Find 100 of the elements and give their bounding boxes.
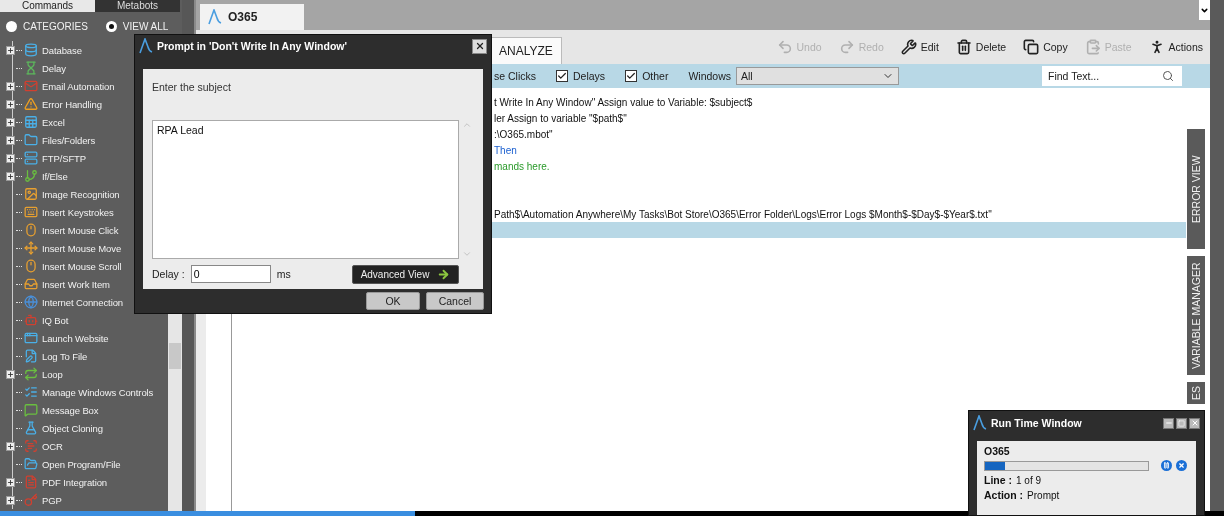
document-edit-icon xyxy=(24,349,38,363)
command-item[interactable]: OCR xyxy=(42,440,63,452)
code-line: ler Assign to variable "$path$" xyxy=(494,112,627,124)
image-icon xyxy=(24,187,38,201)
maximize-button[interactable] xyxy=(1176,417,1187,429)
command-item[interactable]: PDF Integration xyxy=(42,476,108,488)
command-item[interactable]: Open Program/File xyxy=(42,458,121,470)
dialog-button[interactable]: Cancel xyxy=(426,292,484,310)
expand-icon[interactable] xyxy=(6,441,15,451)
expand-icon[interactable] xyxy=(6,99,15,109)
command-item[interactable]: Database xyxy=(42,44,82,56)
find-field[interactable]: Find Text... xyxy=(1042,66,1182,86)
advanced-view-button[interactable]: Advanced View xyxy=(352,264,459,284)
expand-icon[interactable] xyxy=(6,495,15,505)
prompt-label: Enter the subject xyxy=(152,81,232,93)
radio-button[interactable] xyxy=(105,20,117,32)
command-item[interactable]: Loop xyxy=(42,368,63,380)
radio-label: VIEW ALL xyxy=(122,20,169,32)
close-button[interactable] xyxy=(1189,417,1200,429)
key-icon xyxy=(24,493,38,507)
command-item[interactable]: Object Cloning xyxy=(42,422,103,434)
code-line: mands here. xyxy=(494,160,550,172)
code-line: Then xyxy=(494,144,517,156)
command-item[interactable]: Log To File xyxy=(42,350,88,362)
command-item[interactable]: If/Else xyxy=(42,170,68,182)
windows-select[interactable]: All xyxy=(736,67,899,85)
command-item[interactable]: Email Automation xyxy=(42,80,115,92)
side-panel-tab[interactable]: VARIABLE MANAGER xyxy=(1187,256,1205,375)
redo-icon xyxy=(838,39,855,55)
pause-button[interactable] xyxy=(1161,460,1172,471)
checkbox[interactable] xyxy=(625,70,638,82)
database-icon xyxy=(24,43,38,57)
spreadsheet-icon xyxy=(24,115,38,129)
expand-icon[interactable] xyxy=(6,477,15,487)
expand-icon[interactable] xyxy=(6,153,15,163)
toolbar-button[interactable]: Copy xyxy=(1023,39,1068,55)
search-icon[interactable] xyxy=(1162,70,1174,82)
side-panel-tab[interactable]: ES xyxy=(1187,382,1205,404)
answer-box[interactable]: RPA Lead xyxy=(152,120,460,259)
robot-icon xyxy=(24,313,38,327)
maximize-icon xyxy=(1178,419,1185,427)
expand-icon[interactable] xyxy=(6,369,15,379)
minimize-button[interactable] xyxy=(1163,417,1174,429)
command-item[interactable]: IQ Bot xyxy=(42,314,69,326)
task-name: O365 xyxy=(984,445,1011,457)
command-item[interactable]: Insert Mouse Move xyxy=(42,242,122,254)
sidebar-tab[interactable]: Commands xyxy=(0,0,95,12)
expand-icon[interactable] xyxy=(6,45,15,55)
expand-icon[interactable] xyxy=(6,81,15,91)
chevron-up-icon xyxy=(462,120,473,130)
chevron-down-icon xyxy=(462,249,473,259)
command-item[interactable]: Message Box xyxy=(42,404,99,416)
pause-icon xyxy=(1163,462,1170,469)
dialog-title: Prompt in 'Don't Write In Any Window' xyxy=(157,40,347,52)
toolbar-button[interactable]: Delete xyxy=(955,39,1007,55)
code-line: :\O365.mbot" xyxy=(494,128,553,140)
command-item[interactable]: FTP/SFTP xyxy=(42,152,87,164)
side-panel-tab[interactable]: ERROR VIEW xyxy=(1187,129,1205,249)
mouse-icon xyxy=(24,259,38,273)
checkbox[interactable] xyxy=(556,70,568,82)
envelope-icon xyxy=(24,79,38,93)
flask-icon xyxy=(24,421,38,435)
folder-icon xyxy=(24,457,38,471)
delay-field[interactable]: 0 xyxy=(190,265,271,283)
folder-icon xyxy=(24,133,38,147)
code-line: Path$\Automation Anywhere\My Tasks\Bot Store\O365\Error Folder\Logs\Error Logs $Month$-$Day$-$Year$.txt" xyxy=(494,208,992,220)
command-item[interactable]: Launch Website xyxy=(42,332,109,344)
minimize-icon xyxy=(1164,419,1173,427)
command-item[interactable]: Delay xyxy=(42,62,66,74)
window-icon xyxy=(24,331,38,345)
command-item[interactable]: PGP xyxy=(42,494,62,506)
command-item[interactable]: Image Recognition xyxy=(42,188,120,200)
toolbar-button[interactable]: Actions xyxy=(1148,39,1203,55)
stop-icon xyxy=(1178,462,1185,469)
expand-icon[interactable] xyxy=(6,171,15,181)
sidebar-tab[interactable]: Metabots xyxy=(95,0,180,12)
stop-button[interactable] xyxy=(1176,460,1187,471)
document-tab[interactable]: O365 xyxy=(200,4,304,30)
command-item[interactable]: Insert Mouse Scroll xyxy=(42,260,122,272)
close-icon xyxy=(1190,419,1199,427)
command-item[interactable]: Insert Work Item xyxy=(42,278,110,290)
command-item[interactable]: Internet Connection xyxy=(42,296,124,308)
logo-icon xyxy=(208,9,222,25)
view-tab[interactable]: ANALYZE xyxy=(490,37,562,64)
line-value: 1 of 9 xyxy=(1016,475,1042,486)
close-button[interactable] xyxy=(472,38,487,54)
branch-icon xyxy=(24,169,38,183)
command-item[interactable]: Insert Mouse Click xyxy=(42,224,119,236)
command-item[interactable]: Manage Windows Controls xyxy=(42,386,154,398)
dialog-button[interactable]: OK xyxy=(366,292,420,310)
command-item[interactable]: Error Handling xyxy=(42,98,102,110)
command-item[interactable]: Excel xyxy=(42,116,65,128)
tab-dropdown-button[interactable] xyxy=(1199,0,1210,20)
toolbar-button[interactable]: Edit xyxy=(900,39,939,55)
command-item[interactable]: Insert Keystrokes xyxy=(42,206,114,218)
radio-button[interactable] xyxy=(6,20,17,32)
command-item[interactable]: Files/Folders xyxy=(42,134,96,146)
filter-label: se Clicks xyxy=(494,70,536,82)
expand-icon[interactable] xyxy=(6,117,15,127)
expand-icon[interactable] xyxy=(6,135,15,145)
